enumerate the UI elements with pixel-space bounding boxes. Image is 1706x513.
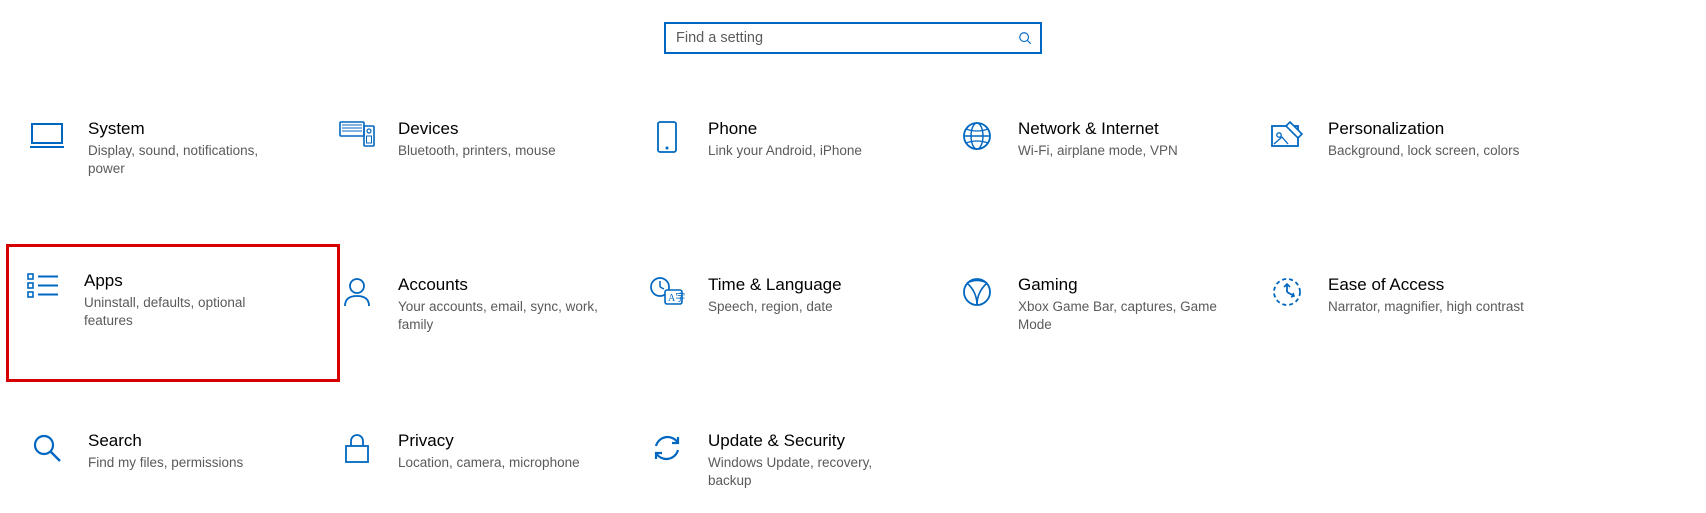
- tile-title: Time & Language: [708, 274, 842, 296]
- search-box[interactable]: [664, 22, 1042, 54]
- update-icon: [642, 430, 692, 464]
- tile-title: Search: [88, 430, 243, 452]
- globe-icon: [952, 118, 1002, 152]
- tile-title: Network & Internet: [1018, 118, 1178, 140]
- tile-title: Update & Security: [708, 430, 908, 452]
- tile-search[interactable]: Search Find my files, permissions: [18, 426, 328, 512]
- tile-time-language[interactable]: A字 Time & Language Speech, region, date: [638, 270, 948, 356]
- search-icon: [1018, 31, 1032, 45]
- tile-apps[interactable]: Apps Uninstall, defaults, optional featu…: [8, 246, 338, 380]
- tile-gaming[interactable]: Gaming Xbox Game Bar, captures, Game Mod…: [948, 270, 1258, 356]
- tile-system[interactable]: System Display, sound, notifications, po…: [18, 114, 328, 200]
- phone-icon: [642, 118, 692, 154]
- tile-title: Gaming: [1018, 274, 1218, 296]
- search-input[interactable]: [674, 29, 1018, 47]
- tile-desc: Bluetooth, printers, mouse: [398, 142, 556, 160]
- tile-privacy[interactable]: Privacy Location, camera, microphone: [328, 426, 638, 512]
- personalization-icon: [1262, 118, 1312, 150]
- tile-desc: Narrator, magnifier, high contrast: [1328, 298, 1524, 316]
- tile-title: Phone: [708, 118, 862, 140]
- tile-desc: Background, lock screen, colors: [1328, 142, 1519, 160]
- tile-desc: Find my files, permissions: [88, 454, 243, 472]
- lock-icon: [332, 430, 382, 464]
- apps-icon: [18, 270, 68, 298]
- tile-desc: Xbox Game Bar, captures, Game Mode: [1018, 298, 1218, 334]
- tile-devices[interactable]: Devices Bluetooth, printers, mouse: [328, 114, 638, 200]
- search-category-icon: [22, 430, 72, 464]
- tile-desc: Speech, region, date: [708, 298, 842, 316]
- system-icon: [22, 118, 72, 150]
- gaming-icon: [952, 274, 1002, 308]
- tile-network[interactable]: Network & Internet Wi-Fi, airplane mode,…: [948, 114, 1258, 200]
- tile-accounts[interactable]: Accounts Your accounts, email, sync, wor…: [328, 270, 638, 356]
- tile-desc: Wi-Fi, airplane mode, VPN: [1018, 142, 1178, 160]
- devices-icon: [332, 118, 382, 148]
- tile-desc: Your accounts, email, sync, work, family: [398, 298, 598, 334]
- tile-title: Personalization: [1328, 118, 1519, 140]
- time-language-icon: A字: [642, 274, 692, 308]
- svg-text:A字: A字: [668, 291, 685, 304]
- tile-title: System: [88, 118, 288, 140]
- tile-desc: Link your Android, iPhone: [708, 142, 862, 160]
- tile-desc: Uninstall, defaults, optional features: [84, 294, 284, 330]
- tile-personalization[interactable]: Personalization Background, lock screen,…: [1258, 114, 1568, 200]
- tile-title: Privacy: [398, 430, 580, 452]
- tile-title: Accounts: [398, 274, 598, 296]
- tile-title: Apps: [84, 270, 284, 292]
- tile-title: Ease of Access: [1328, 274, 1524, 296]
- tile-update-security[interactable]: Update & Security Windows Update, recove…: [638, 426, 948, 512]
- tile-desc: Location, camera, microphone: [398, 454, 580, 472]
- tile-phone[interactable]: Phone Link your Android, iPhone: [638, 114, 948, 200]
- accounts-icon: [332, 274, 382, 308]
- tile-ease-of-access[interactable]: Ease of Access Narrator, magnifier, high…: [1258, 270, 1568, 356]
- settings-grid: System Display, sound, notifications, po…: [0, 54, 1706, 512]
- tile-title: Devices: [398, 118, 556, 140]
- ease-of-access-icon: [1262, 274, 1312, 308]
- tile-desc: Display, sound, notifications, power: [88, 142, 288, 178]
- tile-desc: Windows Update, recovery, backup: [708, 454, 908, 490]
